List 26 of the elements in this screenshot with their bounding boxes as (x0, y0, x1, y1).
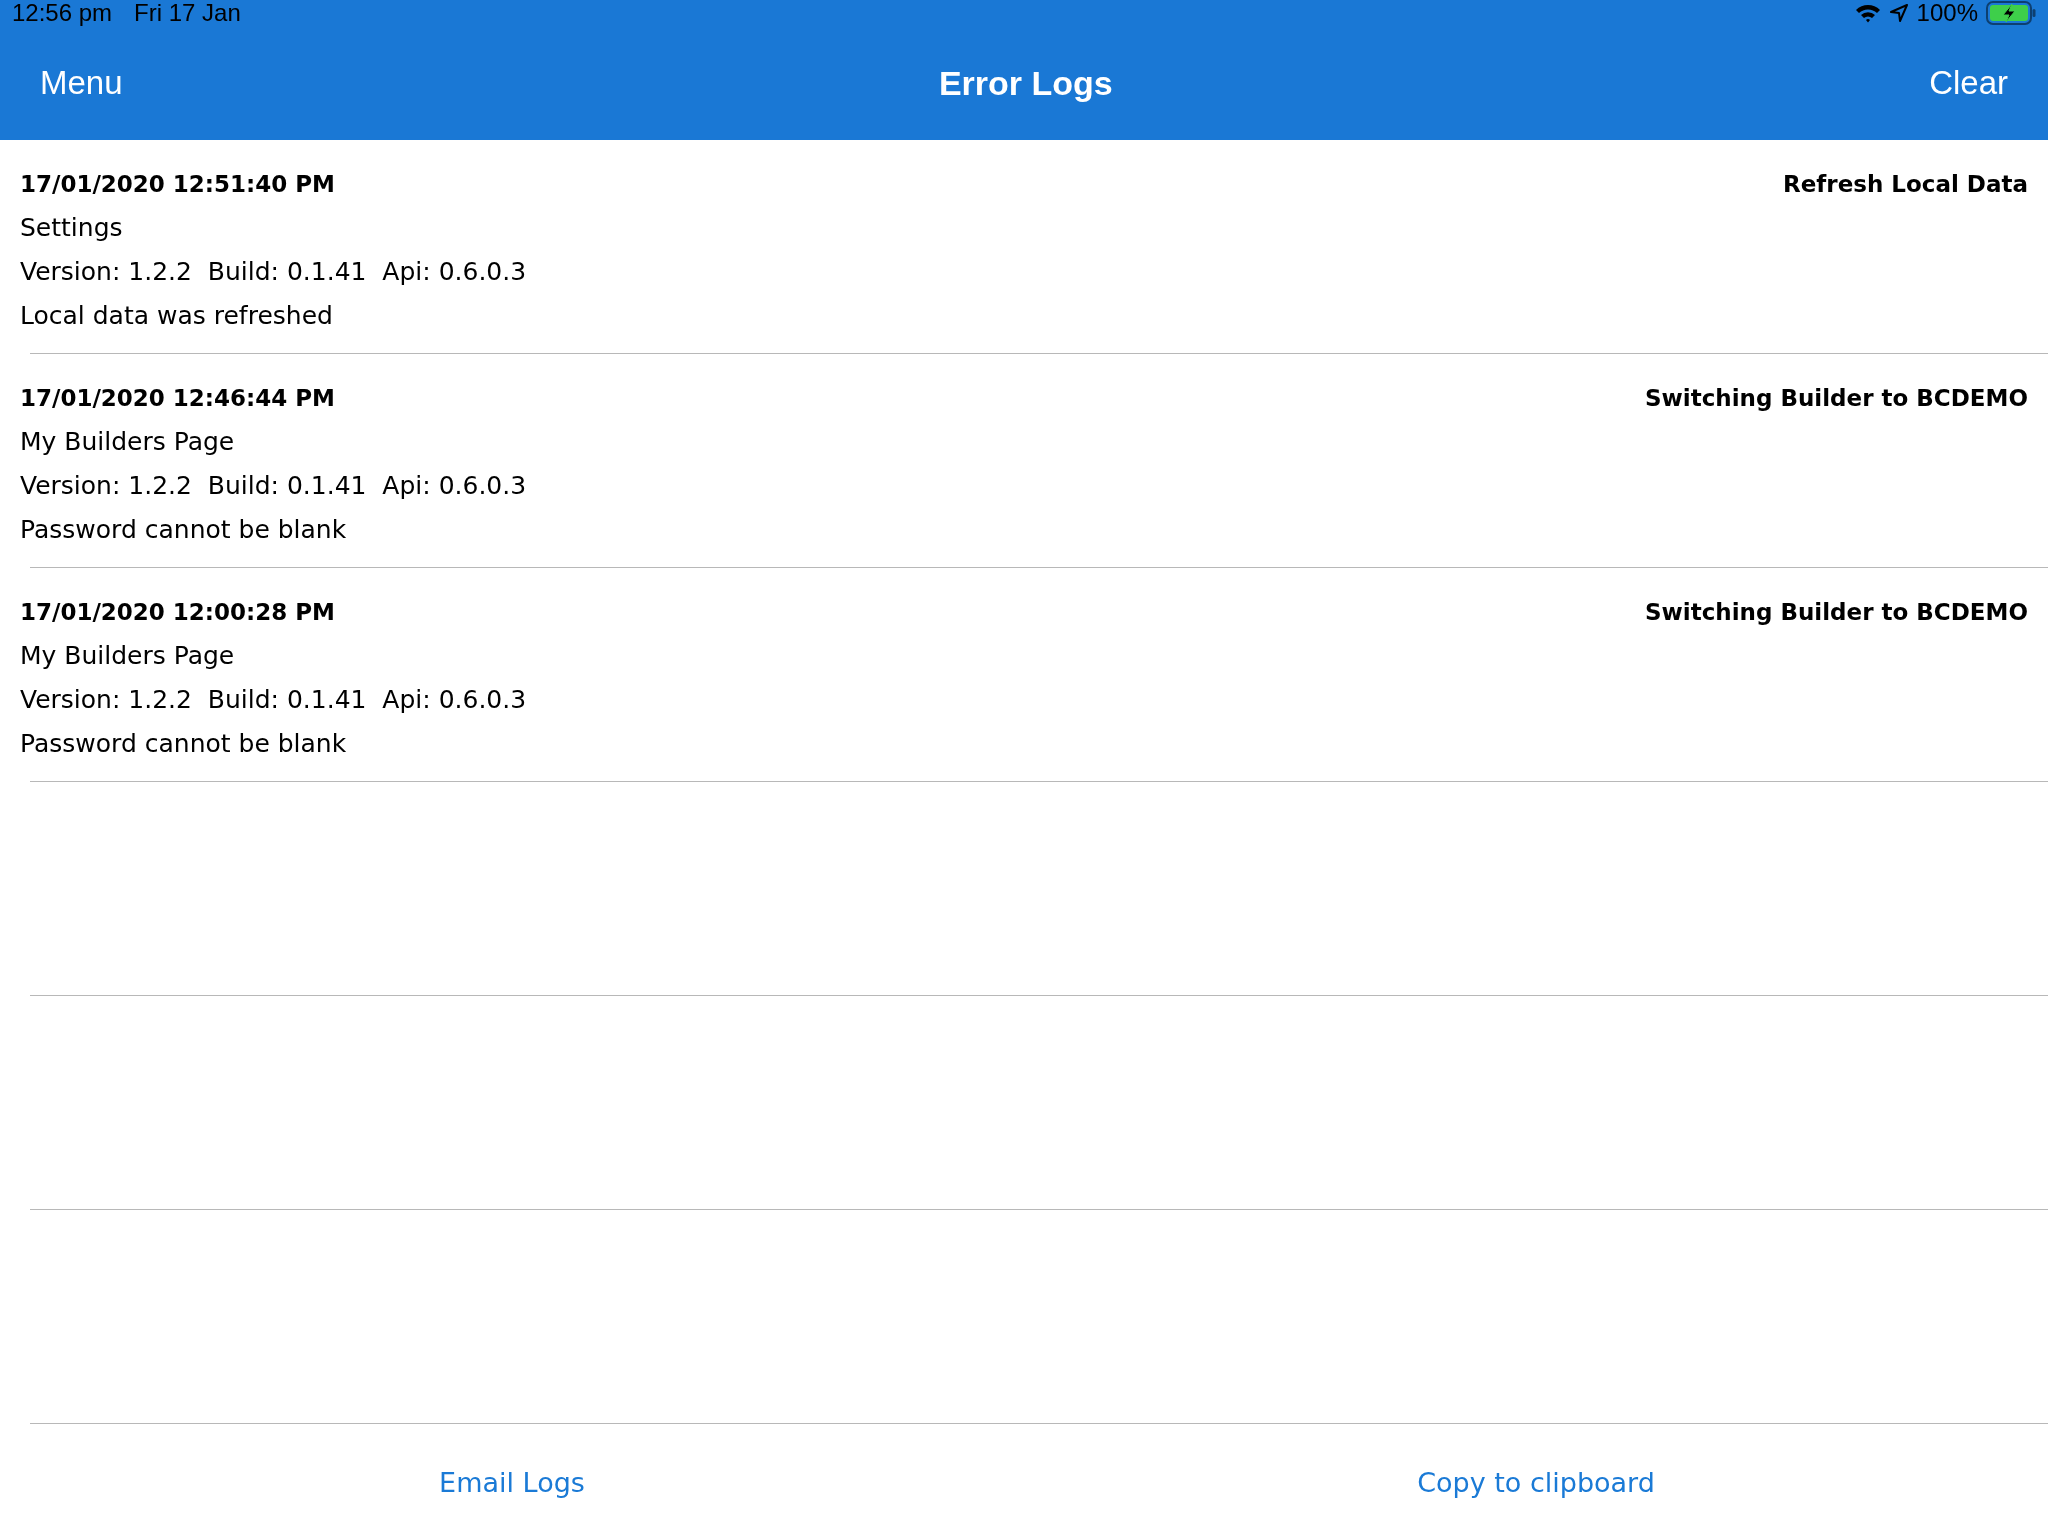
log-timestamp: 17/01/2020 12:00:28 PM (20, 599, 335, 625)
log-page: Settings (20, 212, 123, 244)
wifi-icon (1854, 3, 1881, 23)
log-action: Switching Builder to BCDEMO (1645, 385, 2028, 411)
log-version: Version: 1.2.2 Build: 0.1.41 Api: 0.6.0.3 (20, 256, 527, 288)
status-date: Fri 17 Jan (134, 0, 241, 26)
log-page: My Builders Page (20, 426, 235, 458)
log-action: Switching Builder to BCDEMO (1645, 599, 2028, 625)
log-version: Version: 1.2.2 Build: 0.1.41 Api: 0.6.0.3 (20, 470, 527, 502)
log-timestamp: 17/01/2020 12:51:40 PM (20, 171, 335, 197)
log-message: Password cannot be blank (20, 514, 347, 546)
page-title: Error Logs (938, 63, 1113, 103)
log-message: Password cannot be blank (20, 728, 347, 760)
footer-link-button[interactable]: Copy to clipboard (1409, 1463, 1663, 1502)
log-version: Version: 1.2.2 Build: 0.1.41 Api: 0.6.0.3 (20, 684, 527, 716)
log-page: My Builders Page (20, 640, 235, 672)
location-arrow-icon (1888, 3, 1909, 23)
footer-link-button[interactable]: Email Logs (431, 1463, 593, 1502)
clear-button[interactable]: Clear (1919, 58, 2018, 108)
battery-percentage: 100% (1916, 0, 1978, 26)
log-message: Local data was refreshed (20, 300, 333, 332)
log-timestamp: 17/01/2020 12:46:44 PM (20, 385, 335, 411)
log-action: Refresh Local Data (1783, 171, 2028, 197)
status-time: 12:56 pm (12, 0, 113, 26)
menu-button[interactable]: Menu (30, 58, 133, 108)
battery-charging-icon (1986, 1, 2036, 25)
